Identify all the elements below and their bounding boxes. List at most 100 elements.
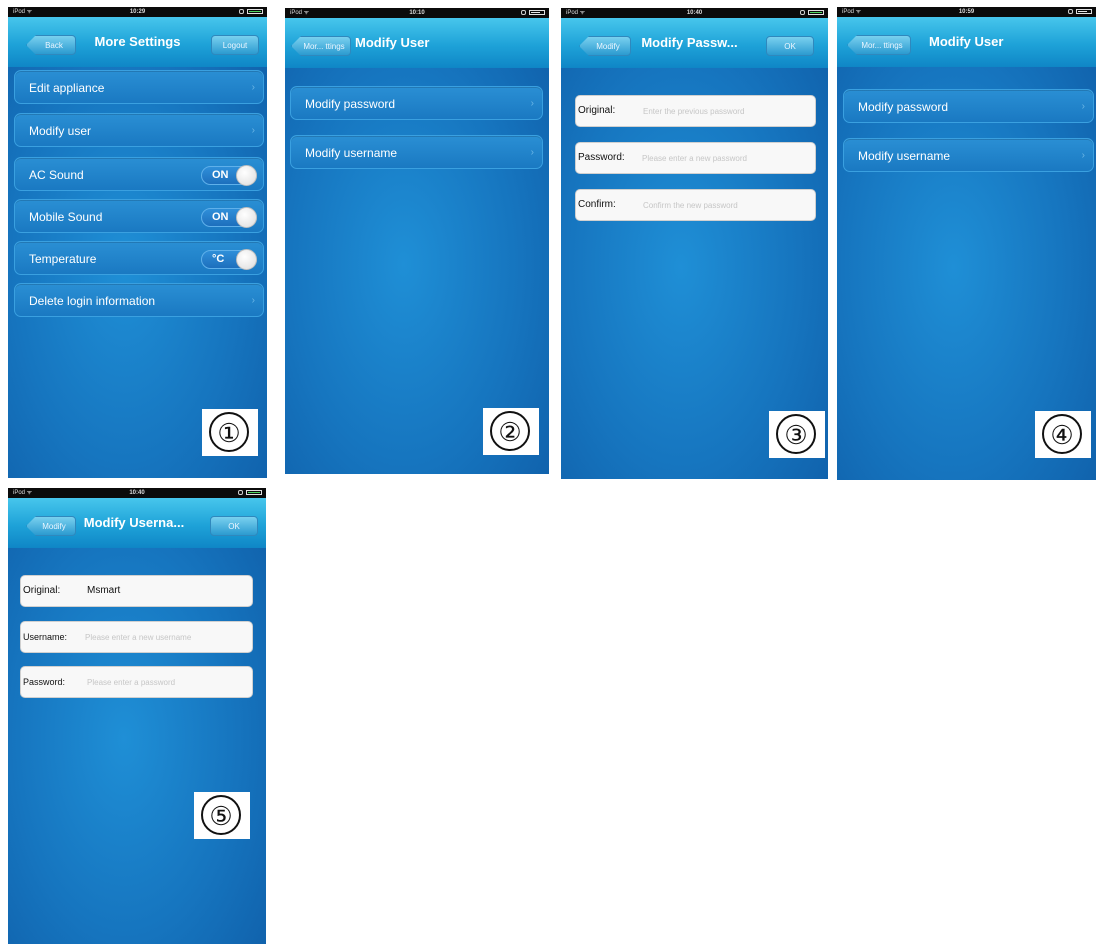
step-number-badge: ①: [202, 409, 258, 456]
toggle-state: ON: [212, 169, 229, 181]
row-label: Mobile Sound: [29, 210, 103, 224]
original-password-field[interactable]: Original:: [575, 95, 816, 127]
orientation-lock-icon: [521, 10, 526, 15]
logout-button[interactable]: Logout: [211, 35, 259, 55]
row-label: Modify username: [305, 146, 398, 160]
row-label: Modify username: [858, 149, 951, 163]
status-bar: iPod ᯤ 10:29: [8, 7, 267, 17]
screen-modify-username: iPod ᯤ 10:40 Modify Modify Userna... OK …: [8, 488, 266, 944]
clock-label: 10:10: [409, 10, 425, 16]
orientation-lock-icon: [239, 9, 244, 14]
status-icons: [800, 10, 824, 15]
toggle-knob: [236, 165, 257, 186]
modify-username-row[interactable]: Modify username ›: [843, 138, 1094, 172]
status-bar: iPod ᯤ 10:40: [561, 8, 828, 18]
orientation-lock-icon: [800, 10, 805, 15]
toggle-knob: [236, 207, 257, 228]
status-icons: [239, 9, 263, 14]
chevron-right-icon: ›: [251, 82, 255, 93]
toggle-state: °C: [212, 253, 225, 265]
ac-sound-row: AC Sound ON: [14, 157, 264, 191]
back-button[interactable]: Mor... ttings: [291, 36, 351, 56]
screen-modify-user: iPod ᯤ 10:10 Mor... ttings Modify User M…: [285, 8, 549, 474]
toggle-knob: [236, 249, 257, 270]
original-password-input[interactable]: [643, 101, 813, 121]
status-icons: [1068, 9, 1092, 14]
step-number-badge: ④: [1035, 411, 1091, 458]
chevron-right-icon: ›: [1081, 101, 1085, 112]
battery-icon: [1076, 9, 1092, 14]
page-title: Modify User: [355, 35, 430, 50]
step-number-badge: ②: [483, 408, 539, 455]
battery-icon: [247, 9, 263, 14]
row-label: Modify user: [29, 124, 92, 138]
clock-label: 10:40: [129, 490, 145, 496]
mobile-sound-toggle[interactable]: ON: [201, 207, 257, 228]
chevron-right-icon: ›: [530, 147, 534, 158]
original-username-value: Msmart: [87, 585, 121, 596]
modify-user-row[interactable]: Modify user ›: [14, 113, 264, 147]
row-label: Delete login information: [29, 294, 156, 308]
modify-password-row[interactable]: Modify password ›: [843, 89, 1094, 123]
orientation-lock-icon: [238, 490, 243, 495]
status-icons: [238, 490, 262, 495]
confirm-password-input[interactable]: [643, 195, 813, 215]
page-title: Modify User: [929, 34, 1004, 49]
field-label: Original:: [23, 585, 61, 596]
battery-icon: [246, 490, 262, 495]
temperature-row: Temperature °C: [14, 241, 264, 275]
modify-username-row[interactable]: Modify username ›: [290, 135, 543, 169]
mobile-sound-row: Mobile Sound ON: [14, 199, 264, 233]
edit-appliance-row[interactable]: Edit appliance ›: [14, 70, 264, 104]
field-label: Password:: [23, 677, 66, 687]
status-bar: iPod ᯤ 10:59: [837, 7, 1096, 17]
row-label: Modify password: [305, 97, 396, 111]
status-bar: iPod ᯤ 10:10: [285, 8, 549, 18]
ok-button[interactable]: OK: [766, 36, 814, 56]
new-username-input[interactable]: [85, 627, 251, 647]
row-label: AC Sound: [29, 168, 84, 182]
status-icons: [521, 10, 545, 15]
navigation-bar: Mor... ttings Modify User: [837, 17, 1096, 67]
password-input[interactable]: [87, 672, 251, 692]
chevron-right-icon: ›: [251, 295, 255, 306]
original-username-field[interactable]: Original: Msmart: [20, 575, 253, 607]
navigation-bar: Back More Settings Logout: [8, 17, 267, 67]
screen-modify-user-2: iPod ᯤ 10:59 Mor... ttings Modify User M…: [837, 7, 1096, 480]
status-bar: iPod ᯤ 10:40: [8, 488, 266, 498]
orientation-lock-icon: [1068, 9, 1073, 14]
ac-sound-toggle[interactable]: ON: [201, 165, 257, 186]
clock-label: 10:40: [686, 10, 703, 16]
field-label: Confirm:: [578, 199, 616, 210]
chevron-right-icon: ›: [251, 125, 255, 136]
navigation-bar: Modify Modify Passw... OK: [561, 18, 828, 68]
chevron-right-icon: ›: [530, 98, 534, 109]
row-label: Modify password: [858, 100, 949, 114]
password-field[interactable]: Password:: [20, 666, 253, 698]
screen-more-settings: iPod ᯤ 10:29 Back More Settings Logout E…: [8, 7, 267, 478]
modify-password-row[interactable]: Modify password ›: [290, 86, 543, 120]
step-number-badge: ⑤: [194, 792, 250, 839]
navigation-bar: Modify Modify Userna... OK: [8, 498, 266, 548]
new-password-field[interactable]: Password:: [575, 142, 816, 174]
step-number-badge: ③: [769, 411, 825, 458]
new-password-input[interactable]: [642, 148, 814, 168]
confirm-password-field[interactable]: Confirm:: [575, 189, 816, 221]
delete-login-row[interactable]: Delete login information ›: [14, 283, 264, 317]
battery-icon: [529, 10, 545, 15]
chevron-right-icon: ›: [1081, 150, 1085, 161]
back-button[interactable]: Mor... ttings: [847, 35, 911, 55]
field-label: Username:: [23, 632, 68, 642]
battery-icon: [808, 10, 824, 15]
toggle-state: ON: [212, 211, 229, 223]
screen-modify-password: iPod ᯤ 10:40 Modify Modify Passw... OK O…: [561, 8, 828, 479]
navigation-bar: Mor... ttings Modify User: [285, 18, 549, 68]
ok-button[interactable]: OK: [210, 516, 258, 536]
clock-label: 10:29: [129, 9, 146, 15]
temperature-unit-toggle[interactable]: °C: [201, 249, 257, 270]
new-username-field[interactable]: Username:: [20, 621, 253, 653]
field-label: Password:: [578, 152, 625, 163]
field-label: Original:: [578, 105, 616, 116]
clock-label: 10:59: [958, 9, 975, 15]
row-label: Temperature: [29, 252, 97, 266]
